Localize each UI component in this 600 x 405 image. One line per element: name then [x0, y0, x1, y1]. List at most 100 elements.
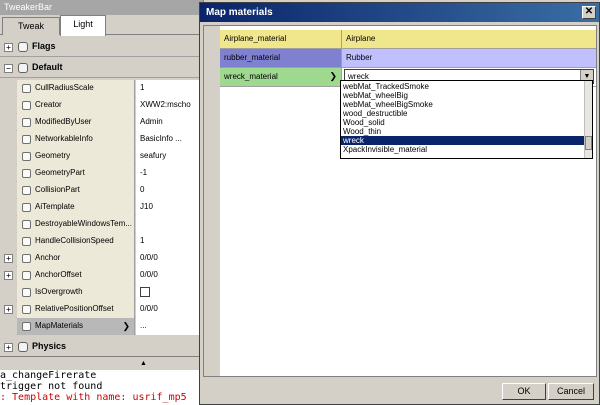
console-line: a_changeFirerate	[0, 370, 97, 381]
property-icon	[22, 118, 31, 127]
property-row[interactable]: CullRadiusScale 1	[0, 80, 204, 97]
property-label: CullRadiusScale	[35, 83, 94, 92]
property-name-cell: Anchor	[17, 250, 135, 267]
property-row[interactable]: Creator XWW2:mscho	[0, 97, 204, 114]
arrow-right-icon: ❯	[122, 321, 130, 331]
group-icon	[18, 42, 28, 52]
property-name-cell: GeometryPart	[17, 165, 135, 182]
property-value[interactable]: 0/0/0	[136, 250, 204, 267]
tab-light[interactable]: Light	[60, 15, 106, 36]
property-value[interactable]: Admin	[136, 114, 204, 131]
dropdown-option[interactable]: Wood_solid	[341, 118, 585, 127]
row-gutter: +	[0, 250, 16, 267]
row-gutter	[0, 80, 16, 97]
material-row[interactable]: rubber_material Rubber	[220, 49, 596, 68]
property-value[interactable]: 1	[136, 233, 204, 250]
group-physics[interactable]: + Physics	[0, 338, 204, 356]
property-value[interactable]: ...	[136, 318, 204, 335]
property-row[interactable]: AiTemplate J10	[0, 199, 204, 216]
expand-icon[interactable]: +	[4, 254, 13, 263]
tab-tweak[interactable]: Tweak	[2, 17, 60, 35]
tweaker-tabs: Tweak Light	[0, 15, 204, 36]
dropdown-option[interactable]: Wood_thin	[341, 127, 585, 136]
property-value[interactable]: 0/0/0	[136, 267, 204, 284]
property-row[interactable]: GeometryPart -1	[0, 165, 204, 182]
property-name-cell: CullRadiusScale	[17, 80, 135, 97]
property-row[interactable]: + Anchor 0/0/0	[0, 250, 204, 267]
cancel-button[interactable]: Cancel	[548, 383, 594, 400]
property-label: Creator	[35, 100, 62, 109]
property-icon	[22, 322, 31, 331]
dropdown-option[interactable]: XpackInvisible_material	[341, 145, 585, 154]
dropdown-scrollbar[interactable]	[584, 81, 592, 158]
property-value[interactable]: -1	[136, 165, 204, 182]
material-value-cell[interactable]: Rubber	[342, 49, 596, 67]
property-row[interactable]: DestroyableWindowsTem...	[0, 216, 204, 233]
header-left-text: Airplane_material	[224, 34, 287, 43]
close-icon[interactable]: ✕	[582, 6, 596, 19]
group-flags[interactable]: + Flags	[0, 38, 204, 57]
property-row[interactable]: ModifiedByUser Admin	[0, 114, 204, 131]
property-value[interactable]: 1	[136, 80, 204, 97]
material-dropdown-list[interactable]: webMat_TrackedSmoke webMat_wheelBig webM…	[340, 80, 593, 159]
expand-icon[interactable]: +	[4, 305, 13, 314]
dropdown-option[interactable]: webMat_wheelBig	[341, 91, 585, 100]
scrollbar-thumb[interactable]	[585, 136, 592, 150]
ok-button[interactable]: OK	[502, 383, 546, 400]
arrow-right-icon: ❯	[329, 71, 337, 81]
property-value[interactable]: J10	[136, 199, 204, 216]
property-name-cell: ModifiedByUser	[17, 114, 135, 131]
property-value-text: J10	[140, 202, 153, 211]
property-row[interactable]: Geometry seafury	[0, 148, 204, 165]
group-default[interactable]: − Default	[0, 59, 204, 78]
property-name-cell: MapMaterials ❯	[17, 318, 135, 335]
property-icon	[22, 101, 31, 110]
material-name: rubber_material	[224, 53, 281, 62]
property-row-selected[interactable]: MapMaterials ❯ ...	[0, 318, 204, 335]
row-gutter	[0, 284, 16, 301]
property-label: RelativePositionOffset	[35, 304, 114, 313]
dropdown-option[interactable]: webMat_wheelBigSmoke	[341, 100, 585, 109]
dropdown-option-selected[interactable]: wreck	[341, 136, 585, 145]
property-value[interactable]: XWW2:mscho	[136, 97, 204, 114]
property-row[interactable]: + AnchorOffset 0/0/0	[0, 267, 204, 284]
dropdown-option[interactable]: wood_destructible	[341, 109, 585, 118]
property-value[interactable]: 0/0/0	[136, 301, 204, 318]
row-gutter	[0, 114, 16, 131]
property-icon	[22, 135, 31, 144]
expand-icon[interactable]: +	[4, 271, 13, 280]
property-name-cell: HandleCollisionSpeed	[17, 233, 135, 250]
dropdown-option[interactable]: webMat_TrackedSmoke	[341, 82, 585, 91]
expand-icon[interactable]: +	[4, 43, 13, 52]
property-row[interactable]: CollisionPart 0	[0, 182, 204, 199]
property-value[interactable]: 0	[136, 182, 204, 199]
group-label-physics: Physics	[32, 341, 67, 351]
property-icon	[22, 271, 31, 280]
property-row[interactable]: + RelativePositionOffset 0/0/0	[0, 301, 204, 318]
overgrowth-checkbox[interactable]	[140, 287, 150, 297]
row-gutter	[0, 233, 16, 250]
property-value[interactable]: seafury	[136, 148, 204, 165]
property-value[interactable]: BasicInfo ...	[136, 131, 204, 148]
property-name-cell: Geometry	[17, 148, 135, 165]
property-value[interactable]	[136, 216, 204, 233]
property-row[interactable]: NetworkableInfo BasicInfo ...	[0, 131, 204, 148]
property-name-cell: RelativePositionOffset	[17, 301, 135, 318]
property-label: MapMaterials	[35, 321, 84, 330]
collapse-icon[interactable]: −	[4, 64, 13, 73]
grid-gutter	[204, 26, 220, 376]
horizontal-scrollbar[interactable]: ▲	[0, 356, 204, 370]
row-gutter	[0, 199, 16, 216]
property-icon	[22, 186, 31, 195]
dialog-title-bar[interactable]: Map materials ✕	[200, 3, 599, 22]
scroll-up-icon[interactable]: ▲	[140, 360, 147, 367]
property-row[interactable]: IsOvergrowth	[0, 284, 204, 301]
property-value[interactable]	[136, 284, 204, 301]
property-value-text: Admin	[140, 117, 163, 126]
header-cell-right: Airplane	[342, 30, 596, 48]
property-name-cell: Creator	[17, 97, 135, 114]
expand-icon[interactable]: +	[4, 343, 13, 352]
console-line: trigger not found	[0, 381, 103, 392]
property-row[interactable]: HandleCollisionSpeed 1	[0, 233, 204, 250]
property-value-text: XWW2:mscho	[140, 100, 191, 109]
